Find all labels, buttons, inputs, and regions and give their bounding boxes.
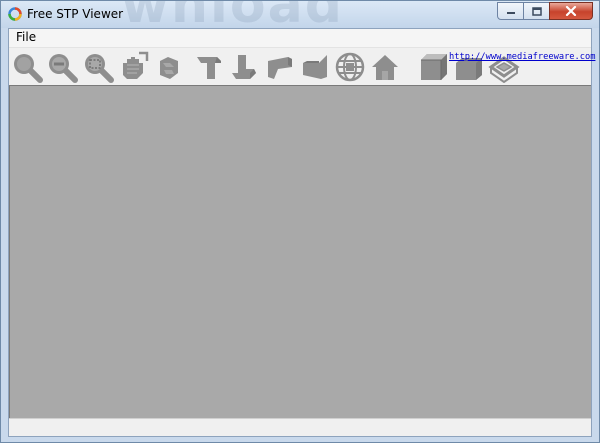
toolbar: http://www.mediafreeware.com [9, 48, 595, 84]
cube-solid-icon [421, 54, 447, 80]
view-left-icon [268, 57, 292, 79]
menu-file[interactable]: File [14, 30, 38, 44]
window-controls [497, 2, 593, 20]
view-right-icon [303, 55, 327, 79]
rotate-button[interactable] [152, 51, 184, 83]
website-link[interactable]: http://www.mediafreeware.com [449, 52, 595, 62]
zoom-out-button[interactable] [46, 51, 78, 83]
shaded-mode-button[interactable] [418, 51, 450, 83]
maximize-icon [531, 6, 542, 16]
window-title: Free STP Viewer [27, 7, 124, 21]
view-iso-button[interactable] [334, 51, 366, 83]
menu-bar: File [9, 29, 591, 48]
zoom-window-icon [85, 54, 114, 83]
pan-button[interactable] [117, 51, 149, 83]
view-left-button[interactable] [264, 51, 296, 83]
view-bottom-icon [232, 55, 256, 79]
zoom-out-icon [49, 54, 78, 83]
app-icon [8, 7, 22, 21]
3d-viewport[interactable] [9, 85, 591, 418]
status-bar [9, 418, 591, 436]
close-button[interactable] [549, 2, 593, 20]
globe-icon [335, 52, 365, 82]
pan-icon [123, 51, 149, 79]
close-icon [565, 6, 577, 16]
zoom-window-button[interactable] [82, 51, 114, 83]
view-top-button[interactable] [193, 51, 225, 83]
zoom-button[interactable] [11, 51, 43, 83]
view-top-icon [197, 57, 221, 79]
home-view-button[interactable] [369, 51, 401, 83]
view-right-button[interactable] [299, 51, 331, 83]
title-watermark: wnload [121, 1, 344, 28]
minimize-icon [506, 12, 515, 14]
maximize-button[interactable] [523, 2, 550, 20]
rotate-icon [160, 57, 178, 79]
home-icon [372, 55, 398, 80]
client-area: File http://www.mediafreeware.com [8, 28, 595, 437]
title-bar[interactable]: wnload Free STP Viewer [1, 1, 599, 28]
minimize-button[interactable] [497, 2, 524, 20]
zoom-icon [14, 54, 43, 83]
view-bottom-button[interactable] [228, 51, 260, 83]
app-window: wnload Free STP Viewer [0, 0, 600, 443]
